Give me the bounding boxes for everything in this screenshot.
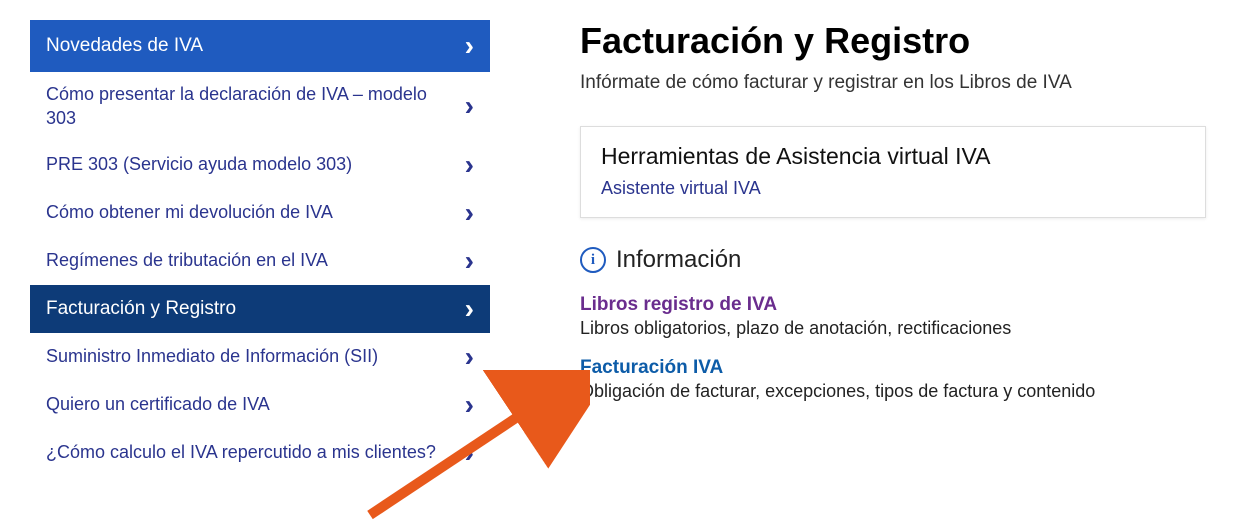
info-item-1: Facturación IVAObligación de facturar, e… <box>580 357 1206 402</box>
chevron-right-icon: › <box>465 32 474 60</box>
sidebar-item-3[interactable]: Cómo obtener mi devolución de IVA› <box>30 189 490 237</box>
sidebar-item-1[interactable]: Cómo presentar la declaración de IVA – m… <box>30 72 490 141</box>
chevron-right-icon: › <box>465 199 474 227</box>
sidebar-item-0[interactable]: Novedades de IVA› <box>30 20 490 72</box>
chevron-right-icon: › <box>465 247 474 275</box>
info-item-0: Libros registro de IVALibros obligatorio… <box>580 294 1206 339</box>
chevron-right-icon: › <box>465 391 474 419</box>
sidebar-item-label: Suministro Inmediato de Información (SII… <box>46 344 465 368</box>
sidebar-item-label: ¿Cómo calculo el IVA repercutido a mis c… <box>46 440 465 464</box>
sidebar-item-label: Facturación y Registro <box>46 296 465 322</box>
chevron-right-icon: › <box>465 295 474 323</box>
chevron-right-icon: › <box>465 92 474 120</box>
chevron-right-icon: › <box>465 343 474 371</box>
sidebar-item-4[interactable]: Regímenes de tributación en el IVA› <box>30 237 490 285</box>
sidebar-item-6[interactable]: Suministro Inmediato de Información (SII… <box>30 333 490 381</box>
info-item-desc: Obligación de facturar, excepciones, tip… <box>580 381 1206 402</box>
sidebar-item-label: Quiero un certificado de IVA <box>46 392 465 416</box>
sidebar-item-label: Cómo presentar la declaración de IVA – m… <box>46 82 465 131</box>
sidebar-nav: Novedades de IVA›Cómo presentar la decla… <box>30 20 490 477</box>
info-item-title[interactable]: Libros registro de IVA <box>580 294 1206 316</box>
main-content: Facturación y Registro Infórmate de cómo… <box>580 20 1206 477</box>
sidebar-item-8[interactable]: ¿Cómo calculo el IVA repercutido a mis c… <box>30 429 490 477</box>
chevron-right-icon: › <box>465 439 474 467</box>
info-header: i Información <box>580 246 1206 274</box>
page-title: Facturación y Registro <box>580 20 1206 62</box>
sidebar-item-2[interactable]: PRE 303 (Servicio ayuda modelo 303)› <box>30 141 490 189</box>
sidebar-item-label: Novedades de IVA <box>46 33 465 59</box>
sidebar-item-5[interactable]: Facturación y Registro› <box>30 285 490 333</box>
info-header-text: Información <box>616 246 741 274</box>
info-list: Libros registro de IVALibros obligatorio… <box>580 294 1206 402</box>
page-subtitle: Infórmate de cómo facturar y registrar e… <box>580 72 1206 94</box>
tool-card-link[interactable]: Asistente virtual IVA <box>601 178 1185 199</box>
chevron-right-icon: › <box>465 151 474 179</box>
sidebar-item-label: Regímenes de tributación en el IVA <box>46 248 465 272</box>
info-item-desc: Libros obligatorios, plazo de anotación,… <box>580 318 1206 339</box>
sidebar-item-label: Cómo obtener mi devolución de IVA <box>46 200 465 224</box>
sidebar-item-label: PRE 303 (Servicio ayuda modelo 303) <box>46 152 465 176</box>
tool-card-title: Herramientas de Asistencia virtual IVA <box>601 143 1185 170</box>
sidebar-item-7[interactable]: Quiero un certificado de IVA› <box>30 381 490 429</box>
info-item-title[interactable]: Facturación IVA <box>580 357 1206 379</box>
tool-card: Herramientas de Asistencia virtual IVA A… <box>580 126 1206 218</box>
info-icon: i <box>580 247 606 273</box>
